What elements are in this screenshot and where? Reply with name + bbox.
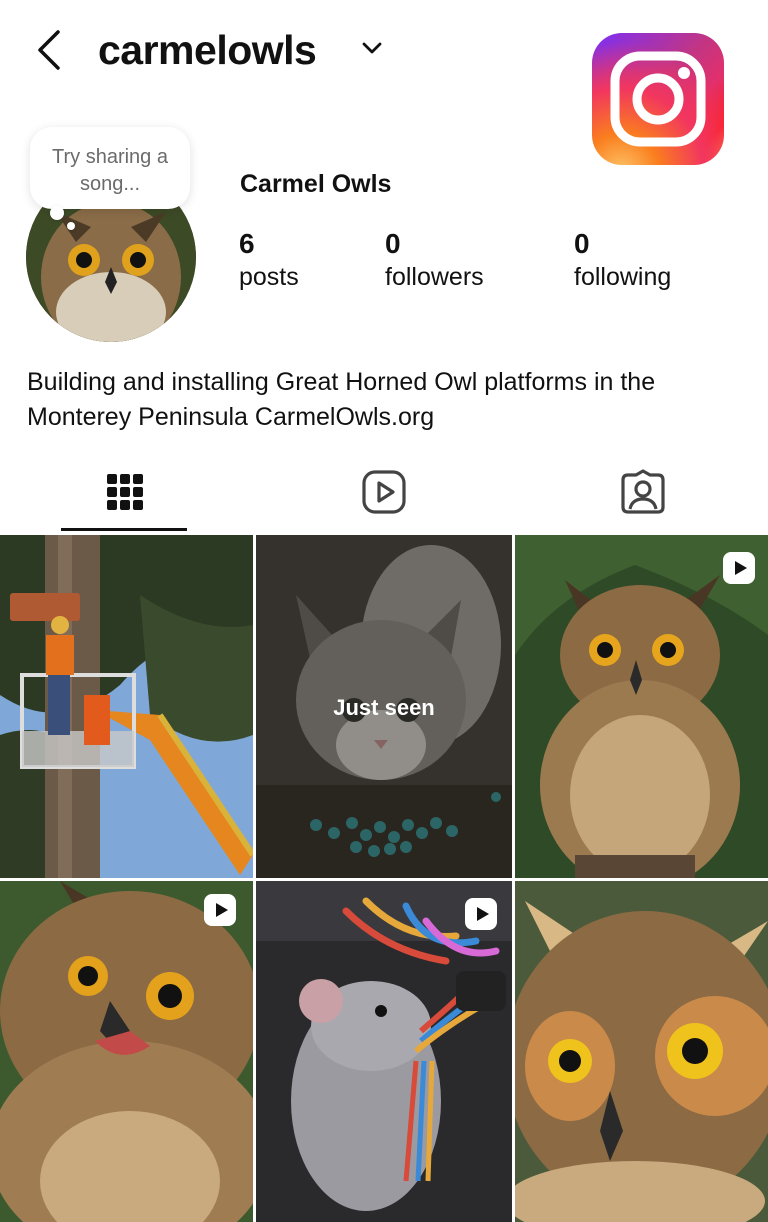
- note-bubble-tail: [50, 206, 64, 220]
- post-image-owl-branch: [515, 535, 768, 878]
- active-tab-indicator: [61, 528, 187, 531]
- note-bubble-tail: [67, 222, 75, 230]
- post-image-owl-closeup: [0, 881, 253, 1222]
- tab-reels[interactable]: [354, 462, 414, 522]
- instagram-logo: [592, 33, 724, 165]
- post-image-rat-wires: [256, 881, 512, 1222]
- post-tile[interactable]: [0, 881, 253, 1222]
- stat-following[interactable]: 0 following: [574, 226, 671, 292]
- post-image-owl-face: [515, 881, 768, 1222]
- tab-tagged[interactable]: [613, 462, 673, 522]
- just-seen-overlay: Just seen: [333, 695, 435, 720]
- tab-posts-grid[interactable]: [95, 462, 155, 522]
- profile-bio: Building and installing Great Horned Owl…: [27, 368, 656, 431]
- stat-following-count: 0: [574, 228, 590, 259]
- grid-icon: [107, 474, 143, 510]
- post-tile[interactable]: Just seen: [256, 535, 512, 878]
- post-tile[interactable]: [515, 881, 768, 1222]
- back-chevron-icon[interactable]: [30, 26, 70, 74]
- reels-icon: [362, 470, 406, 514]
- post-tile[interactable]: [0, 535, 253, 878]
- stat-followers[interactable]: 0 followers: [385, 226, 484, 292]
- post-tile[interactable]: [515, 535, 768, 878]
- reel-icon: [204, 894, 236, 926]
- stat-followers-label: followers: [385, 263, 484, 291]
- note-bubble[interactable]: Try sharing a song...: [30, 127, 190, 209]
- chevron-down-icon[interactable]: [361, 40, 383, 56]
- post-image-tree-lift: [0, 535, 253, 878]
- stat-posts-label: posts: [239, 263, 299, 291]
- reel-icon: [723, 552, 755, 584]
- display-name: Carmel Owls: [240, 170, 392, 198]
- posts-grid: Just seen: [0, 535, 768, 1222]
- reel-icon: [465, 898, 497, 930]
- post-tile[interactable]: [256, 881, 512, 1222]
- stat-posts[interactable]: 6 posts: [239, 226, 299, 292]
- stat-following-label: following: [574, 263, 672, 291]
- profile-username[interactable]: carmelowls: [98, 24, 317, 76]
- tagged-icon: [621, 469, 665, 514]
- stat-followers-count: 0: [385, 228, 401, 259]
- stat-posts-count: 6: [239, 228, 255, 259]
